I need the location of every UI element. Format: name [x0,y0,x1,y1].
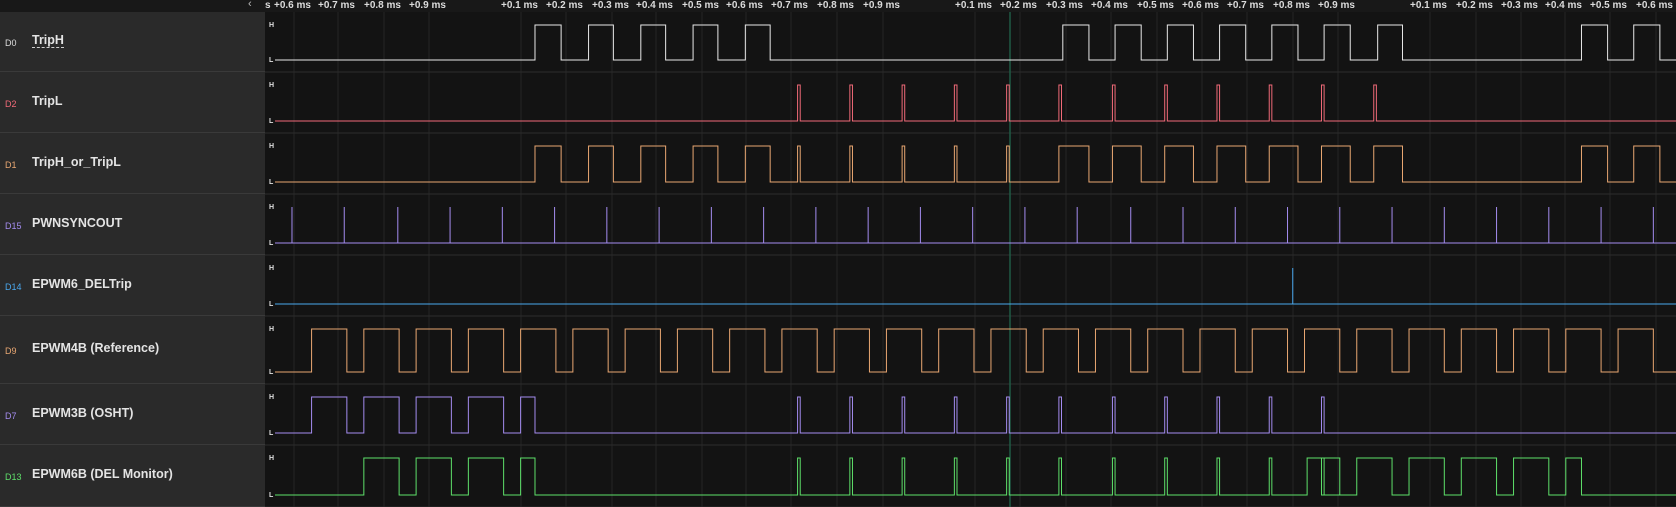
level-low-label: L [269,57,274,64]
level-high-label: H [269,22,274,29]
time-tick-label: +0.6 ms [274,0,311,11]
level-high-label: H [269,326,274,333]
channel-id: D2 [5,98,17,109]
chevron-left-icon[interactable]: ‹ [248,0,252,10]
level-high-label: H [269,394,274,401]
time-tick-label: +0.5 ms [1590,0,1627,11]
channel-name[interactable]: EPWM6B (DEL Monitor) [32,467,173,481]
channel-row-d0[interactable]: D0 TripH [0,12,265,72]
channel-row-d7[interactable]: D7 EPWM3B (OSHT) [0,384,265,445]
channel-row-d1[interactable]: D1 TripH_or_TripL [0,133,265,194]
time-tick-label: +0.4 ms [636,0,673,11]
waveform-d7: HL [269,394,1676,437]
channel-row-d9[interactable]: D9 EPWM4B (Reference) [0,316,265,384]
time-tick-label: +0.5 ms [1137,0,1174,11]
time-tick-label: +0.3 ms [1046,0,1083,11]
level-high-label: H [269,204,274,211]
channel-id: D1 [5,159,17,170]
time-tick-label: +0.1 ms [1410,0,1447,11]
time-tick-label: +0.7 ms [771,0,808,11]
time-tick-label: +0.2 ms [546,0,583,11]
time-tick-label: +0.7 ms [1227,0,1264,11]
level-low-label: L [269,179,274,186]
channel-id: D14 [5,281,22,292]
channel-row-d14[interactable]: D14 EPWM6_DELTrip [0,255,265,316]
time-tick-label: +0.5 ms [682,0,719,11]
time-tick-label: +0.6 ms [726,0,763,11]
time-tick-label: +0.2 ms [1000,0,1037,11]
level-high-label: H [269,143,274,150]
channel-name[interactable]: EPWM3B (OSHT) [32,406,133,420]
level-low-label: L [269,240,274,247]
waveform-d2: HL [269,82,1676,125]
time-tick-label: +0.4 ms [1545,0,1582,11]
waveform-d14: HL [269,265,1676,308]
waveform-d9: HL [269,326,1676,376]
time-tick-label: +0.9 ms [863,0,900,11]
time-tick-label: +0.1 ms [501,0,538,11]
channel-name[interactable]: EPWM6_DELTrip [32,277,132,291]
channel-name[interactable]: EPWM4B (Reference) [32,341,159,355]
level-low-label: L [269,369,274,376]
time-tick-label: +0.6 ms [1636,0,1673,11]
channel-name[interactable]: TripH_or_TripL [32,155,121,169]
channel-id: D15 [5,220,22,231]
waveform-d13: HL [269,455,1676,499]
time-tick-label: +0.3 ms [592,0,629,11]
time-tick-label: +0.6 ms [1182,0,1219,11]
channel-row-d15[interactable]: D15 PWNSYNCOUT [0,194,265,255]
waveform-d1: HL [269,143,1676,186]
level-high-label: H [269,82,274,89]
channel-name[interactable]: TripL [32,94,63,108]
channel-id: D7 [5,410,17,421]
level-low-label: L [269,301,274,308]
channel-sidebar: D0 TripH D2 TripL D1 TripH_or_TripL D15 PWNSYNC… [0,12,266,507]
level-low-label: L [269,430,274,437]
waveform-d0: HL [269,22,1676,64]
channel-name[interactable]: PWNSYNCOUT [32,216,122,230]
channel-name[interactable]: TripH [32,33,64,48]
level-high-label: H [269,455,274,462]
time-tick-label: +0.8 ms [1273,0,1310,11]
level-low-label: L [269,118,274,125]
time-tick-label: +0.2 ms [1456,0,1493,11]
time-tick-label: +0.8 ms [364,0,401,11]
level-high-label: H [269,265,274,272]
channel-row-d2[interactable]: D2 TripL [0,72,265,133]
time-tick-label: +0.8 ms [817,0,854,11]
waveform-area[interactable]: HLHLHLHLHLHLHLHL [265,12,1676,507]
channel-id: D9 [5,346,17,356]
time-tick-label: s [265,0,271,11]
time-tick-label: +0.1 ms [955,0,992,11]
time-tick-label: +0.7 ms [318,0,355,11]
waveform-d15: HL [269,204,1676,247]
channel-id: D0 [5,38,17,48]
time-tick-label: +0.4 ms [1091,0,1128,11]
time-tick-label: +0.9 ms [1318,0,1355,11]
time-tick-label: +0.9 ms [409,0,446,11]
waveform-canvas[interactable]: HLHLHLHLHLHLHLHL [265,12,1676,507]
level-low-label: L [269,492,274,499]
time-tick-label: +0.3 ms [1501,0,1538,11]
channel-row-d13[interactable]: D13 EPWM6B (DEL Monitor) [0,445,265,507]
channel-id: D13 [5,472,22,482]
